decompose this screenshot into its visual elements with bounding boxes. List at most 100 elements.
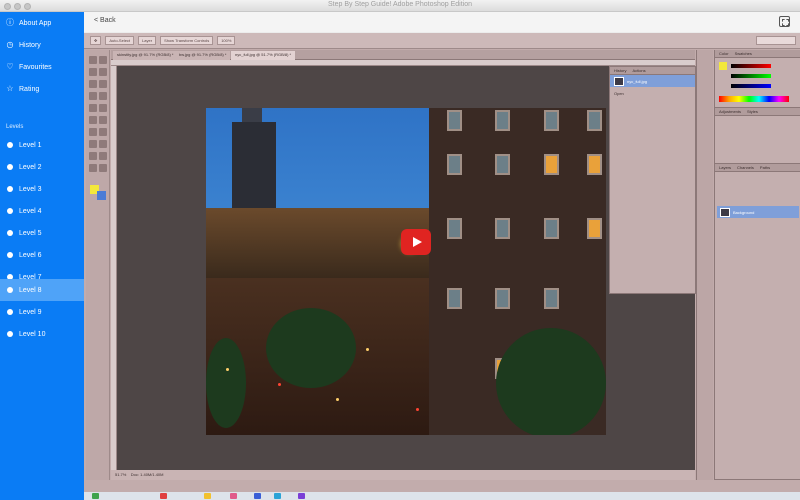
video-player[interactable]: ✥ Auto-Select Layer Show Transform Contr…: [84, 33, 800, 500]
sidebar-item-level-10[interactable]: Level 10: [0, 323, 84, 345]
street-light: [366, 348, 369, 351]
sidebar-item-label: Rating: [19, 85, 40, 93]
sidebar-item-label: Level 10: [19, 330, 46, 338]
doc-tab: bw.jpg @ 91.7% (RGB/8) *: [175, 51, 231, 60]
window: [447, 288, 462, 309]
window: [447, 218, 462, 239]
sidebar-item-level-2[interactable]: Level 2: [0, 156, 84, 178]
sidebar-item-level-9[interactable]: Level 9: [0, 301, 84, 323]
app-icon: [254, 493, 261, 499]
option-auto-select: Auto-Select: [105, 36, 135, 45]
heart-icon: ♡: [6, 62, 14, 71]
sidebar-item-level-3[interactable]: Level 3: [0, 178, 84, 200]
red-slider: [731, 64, 771, 68]
sidebar-item-about-app[interactable]: ⓘ About App: [0, 12, 84, 34]
opacity-field: 100%: [217, 36, 236, 45]
tree: [496, 328, 606, 435]
blue-slider: [731, 84, 771, 88]
sidebar-item-label: Level 3: [19, 185, 42, 193]
sidebar-item-level-1[interactable]: Level 1: [0, 134, 84, 156]
fg-swatch: [719, 62, 727, 70]
doc-size: Doc: 1.40M/1.40M: [130, 472, 164, 477]
doc-tab: skinstity.jpg @ 91.7% (RGB/8) *: [113, 51, 178, 60]
street-light: [226, 368, 229, 371]
history-snapshot: nyc_full.jpg: [610, 75, 695, 87]
layers-panel-tabs: Layers Channels Paths: [715, 164, 800, 172]
bridge: [206, 208, 431, 278]
panel-icon-strip: [696, 50, 713, 480]
level-dot-icon: [7, 309, 13, 315]
sidebar-item-label: Level 9: [19, 308, 42, 316]
workspace-field: [756, 36, 796, 45]
tool-icon: [89, 56, 97, 64]
tab-styles: Styles: [747, 109, 758, 114]
sidebar-item-label: Level 6: [19, 251, 42, 259]
title-bar: Step By Step Guide! Adobe Photoshop Edit…: [0, 0, 800, 12]
levels-section-label: Levels: [6, 124, 24, 130]
level-dot-icon: [7, 287, 13, 293]
sidebar-item-level-4[interactable]: Level 4: [0, 200, 84, 222]
sidebar-item-rating[interactable]: ☆ Rating: [0, 78, 84, 100]
app-icon: [230, 493, 237, 499]
history-panel: History Actions nyc_full.jpg Open: [609, 66, 696, 294]
doc-tab-active: nyc_full.jpg @ 51.7% (RGB/8) *: [231, 51, 296, 60]
window: [544, 288, 559, 309]
window: [587, 154, 602, 175]
layer-row: Background: [717, 206, 799, 218]
window: [495, 154, 510, 175]
window: [447, 154, 462, 175]
app-icon: [204, 493, 211, 499]
window-title: Step By Step Guide! Adobe Photoshop Edit…: [328, 1, 472, 8]
tab-paths: Paths: [759, 165, 771, 170]
sidebar-item-level-5[interactable]: Level 5: [0, 222, 84, 244]
tool-icon: [89, 128, 97, 136]
app-icon: [298, 493, 305, 499]
document-tabs: skinstity.jpg @ 91.7% (RGB/8) * bw.jpg @…: [111, 50, 695, 60]
app-icon: [274, 493, 281, 499]
tab-adjustments: Adjustments: [719, 109, 742, 114]
tool-icon: [99, 104, 107, 112]
sidebar-item-level-8[interactable]: Level 8: [0, 279, 84, 301]
traffic-light: [278, 383, 281, 386]
level-dot-icon: [7, 230, 13, 236]
tool-icon: [89, 92, 97, 100]
option-transform: Show Transform Controls: [160, 36, 214, 45]
tool-icon: [99, 116, 107, 124]
back-button[interactable]: < Back: [94, 17, 116, 24]
tool-icon: [99, 140, 107, 148]
sidebar-item-label: Level 4: [19, 207, 42, 215]
window: [587, 218, 602, 239]
sidebar-item-history[interactable]: ◷ History: [0, 34, 84, 56]
play-button[interactable]: [401, 229, 431, 255]
adjustments-panel: Adjustments Styles: [715, 108, 800, 164]
window: [587, 110, 602, 131]
fullscreen-icon[interactable]: [779, 16, 790, 27]
history-panel-tabs: History Actions: [610, 67, 695, 75]
tab-swatches: Swatches: [734, 51, 752, 56]
sidebar-item-label: Level 2: [19, 163, 42, 171]
tool-icon: [99, 128, 107, 136]
level-dot-icon: [7, 252, 13, 258]
tab-color: Color: [719, 51, 729, 56]
tool-icon: [89, 116, 97, 124]
layers-panel: Layers Channels Paths Background: [715, 164, 800, 480]
app-window: Step By Step Guide! Adobe Photoshop Edit…: [0, 0, 800, 500]
window: [544, 110, 559, 131]
history-step-label: Open: [614, 90, 624, 96]
nav-bar: < Back: [84, 12, 800, 32]
level-dot-icon: [7, 164, 13, 170]
photoshop-options-bar: ✥ Auto-Select Layer Show Transform Contr…: [84, 33, 800, 49]
sidebar-item-level-6[interactable]: Level 6: [0, 244, 84, 266]
tool-icon: [89, 68, 97, 76]
tree: [266, 308, 356, 388]
traffic-light: [416, 408, 419, 411]
tool-icon: [99, 68, 107, 76]
tool-icon: [99, 164, 107, 172]
sidebar-item-favourites[interactable]: ♡ Favourites: [0, 56, 84, 78]
move-tool-icon: ✥: [90, 36, 102, 45]
sidebar: ⓘ About App ◷ History ♡ Favourites ☆ Rat…: [0, 12, 84, 500]
color-spectrum: [719, 96, 789, 102]
layer-name: Background: [733, 209, 755, 215]
tower: [232, 122, 276, 222]
star-icon: ☆: [6, 84, 14, 93]
